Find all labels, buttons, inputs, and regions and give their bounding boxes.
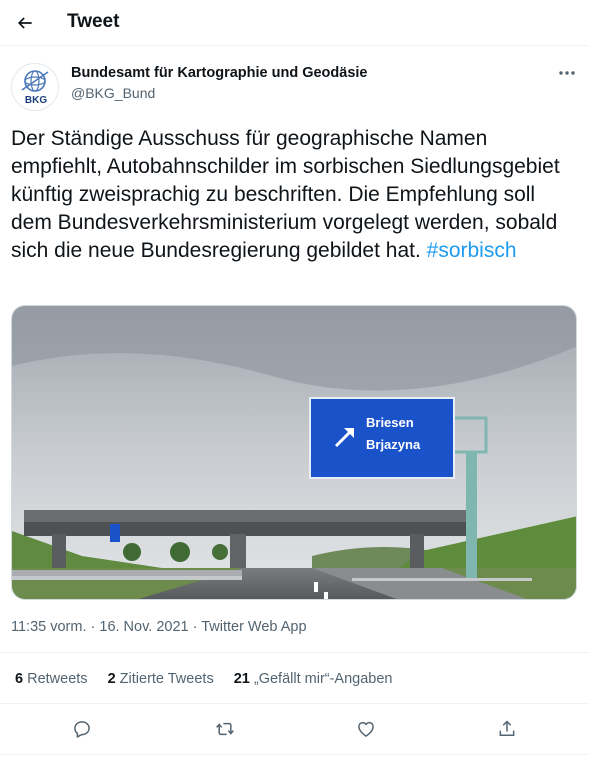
tweet-image[interactable]: Briesen Brjazyna xyxy=(11,305,577,600)
tweet-timestamp[interactable]: 11:35 vorm. · 16. Nov. 2021 · Twitter We… xyxy=(11,619,307,635)
hashtag-link[interactable]: #sorbisch xyxy=(427,239,517,262)
divider xyxy=(0,754,589,755)
page-title: Tweet xyxy=(67,11,120,32)
avatar[interactable]: BKG xyxy=(11,63,59,111)
highway-photo: Briesen Brjazyna xyxy=(12,306,576,599)
reply-button[interactable] xyxy=(67,714,97,744)
quotes-label: Zitierte Tweets xyxy=(119,671,214,687)
sign-text-german: Briesen xyxy=(366,415,414,430)
retweets-label: Retweets xyxy=(27,671,88,687)
quotes-stat[interactable]: 2 Zitierte Tweets xyxy=(108,671,214,687)
avatar-logo-text: BKG xyxy=(25,95,47,106)
likes-count: 21 xyxy=(233,671,250,687)
bkg-logo-icon: BKG xyxy=(21,70,49,106)
header-bar: Tweet xyxy=(0,0,589,46)
divider xyxy=(0,652,589,653)
quotes-count: 2 xyxy=(107,671,116,687)
back-arrow-icon xyxy=(17,17,32,29)
tweet-stats: 6 Retweets 2 Zitierte Tweets 21 „Gefällt… xyxy=(15,671,412,687)
back-button[interactable] xyxy=(10,8,40,38)
divider xyxy=(0,703,589,704)
more-icon xyxy=(559,71,575,75)
author-handle[interactable]: @BKG_Bund xyxy=(71,85,155,101)
share-button[interactable] xyxy=(492,714,522,744)
share-icon xyxy=(499,720,515,736)
like-button[interactable] xyxy=(351,714,381,744)
sign-text-sorbian: Brjazyna xyxy=(366,437,421,452)
likes-stat[interactable]: 21 „Gefällt mir“-Angaben xyxy=(234,671,393,687)
retweet-button[interactable] xyxy=(210,714,240,744)
author-name[interactable]: Bundesamt für Kartographie und Geodäsie xyxy=(71,65,368,81)
tweet-text: Der Ständige Ausschuss für geographische… xyxy=(11,125,581,265)
reply-icon xyxy=(74,721,90,738)
likes-label: „Gefällt mir“-Angaben xyxy=(253,671,393,687)
retweet-icon xyxy=(216,722,234,736)
retweets-stat[interactable]: 6 Retweets xyxy=(15,671,88,687)
like-icon xyxy=(358,721,374,737)
action-bar xyxy=(0,714,589,744)
more-button[interactable] xyxy=(552,62,582,84)
retweets-count: 6 xyxy=(15,671,24,687)
